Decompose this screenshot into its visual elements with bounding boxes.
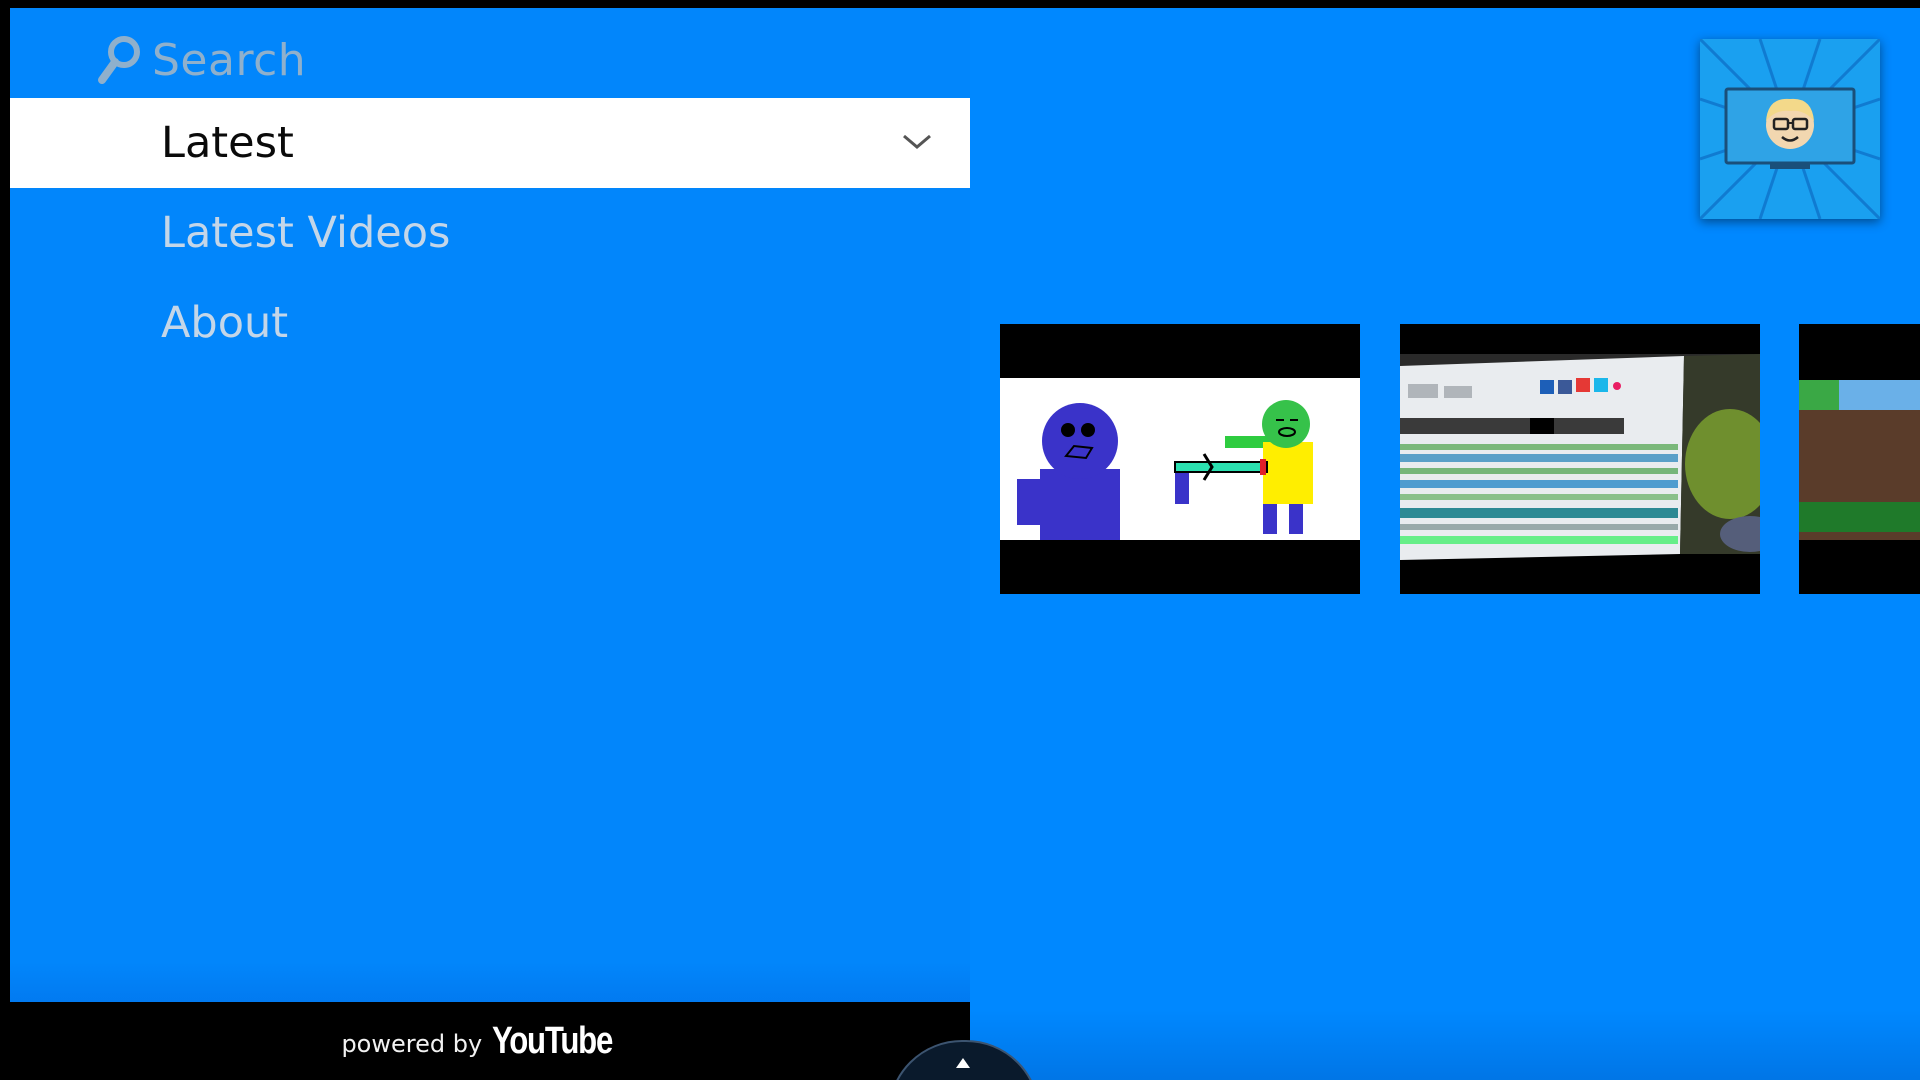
app-window: Search Latest Latest Videos About powere… bbox=[10, 8, 1920, 1080]
footer-fade bbox=[10, 962, 970, 1002]
video-thumbnail[interactable] bbox=[1799, 324, 1920, 594]
menu-item-label: Latest Videos bbox=[161, 208, 451, 258]
avatar-image bbox=[1698, 37, 1882, 221]
bottom-shade bbox=[970, 1010, 1920, 1080]
menu-item-latest[interactable]: Latest bbox=[10, 98, 970, 188]
chevron-down-icon[interactable] bbox=[900, 131, 934, 153]
search-field[interactable]: Search bbox=[94, 24, 306, 96]
thumbnail-image bbox=[1799, 324, 1920, 594]
search-placeholder: Search bbox=[152, 34, 307, 86]
menu-item-label: About bbox=[161, 298, 289, 348]
video-thumbnail[interactable] bbox=[1000, 324, 1360, 594]
arrow-up-icon bbox=[956, 1058, 970, 1068]
nav-menu: Latest Latest Videos About bbox=[10, 98, 970, 368]
powered-by-footer: powered by YouTube bbox=[10, 1002, 970, 1080]
youtube-logo: YouTube bbox=[492, 1019, 613, 1062]
navigation-panel: Search Latest Latest Videos About powere… bbox=[10, 8, 970, 1080]
search-icon bbox=[98, 36, 140, 84]
video-thumbnail[interactable] bbox=[1400, 324, 1760, 594]
menu-item-latest-videos[interactable]: Latest Videos bbox=[10, 188, 970, 278]
thumbnail-image bbox=[1400, 324, 1760, 594]
channel-avatar[interactable] bbox=[1698, 37, 1882, 221]
powered-by-label: powered by bbox=[341, 1030, 483, 1058]
menu-item-about[interactable]: About bbox=[10, 278, 970, 368]
thumbnail-image bbox=[1000, 324, 1360, 594]
menu-item-label: Latest bbox=[161, 118, 294, 168]
